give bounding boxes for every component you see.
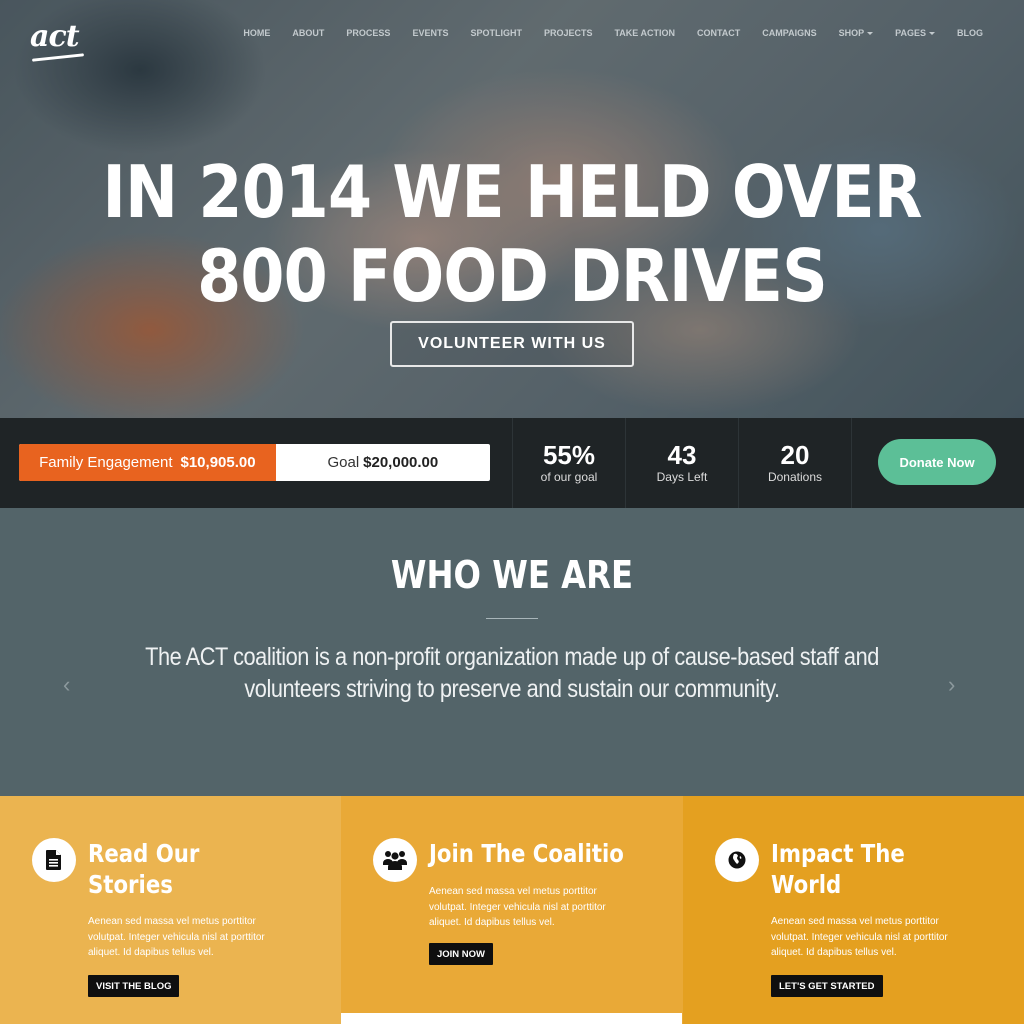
globe-icon [728,851,746,869]
feature-title: Impact The World [771,839,905,899]
goal-amount: $20,000.00 [363,454,439,471]
users-icon [383,851,407,870]
feature-impact-the-world: Impact The World Aenean sed massa vel me… [683,796,1024,1024]
join-now-button[interactable]: JOIN NOW [429,943,494,965]
raised-amount: $10,905.00 [180,454,256,471]
feature-title: Join The Coalitio [429,839,624,868]
lets-get-started-button[interactable]: LET'S GET STARTED [771,975,883,997]
hero-section: act HOME ABOUT PROCESS EVENTS SPOTLIGHT … [0,0,1024,418]
stat-value: 43 [667,440,697,470]
goal-label: Goal [327,454,360,471]
feature-text: Aenean sed massa vel metus porttitor vol… [771,916,948,958]
campaign-progress-bar: Family Engagement $10,905.00 Goal $20,00… [19,444,490,481]
nav-item-pages[interactable]: PAGES [884,28,946,38]
logo[interactable]: act [30,22,90,64]
who-we-are-text: The ACT coalition is a non-profit organi… [145,643,879,703]
nav-item-about[interactable]: ABOUT [281,28,335,38]
hero-title-line-2: 800 FOOD DRIVES [197,234,828,318]
nav-item-contact[interactable]: CONTACT [686,28,751,38]
carousel-prev-arrow-icon[interactable]: ‹ [63,672,70,698]
logo-underline [31,53,85,62]
caret-down-icon [929,31,935,35]
progress-fill: Family Engagement $10,905.00 [19,444,276,481]
nav-item-projects[interactable]: PROJECTS [533,28,604,38]
nav-item-campaigns[interactable]: CAMPAIGNS [751,28,827,38]
feature-icon-circle [715,838,759,882]
progress-goal: Goal $20,000.00 [276,444,490,481]
nav-item-take-action[interactable]: TAKE ACTION [603,28,686,38]
donate-now-button[interactable]: Donate Now [878,439,996,485]
feature-join-the-coalition: Join The Coalitio Aenean sed massa vel m… [341,796,683,1024]
feature-title: Read Our Stories [88,839,200,899]
stat-value: 55% [542,440,596,470]
volunteer-button[interactable]: VOLUNTEER WITH US [390,321,634,367]
feature-read-our-stories: Read Our Stories Aenean sed massa vel me… [0,796,342,1024]
document-icon [46,850,61,870]
nav-item-blog[interactable]: BLOG [946,28,994,38]
logo-text: act [30,19,80,54]
caret-down-icon [867,31,874,35]
content-strip [341,1013,682,1024]
main-nav: HOME ABOUT PROCESS EVENTS SPOTLIGHT PROJ… [232,28,994,38]
feature-icon-circle [32,838,76,882]
hero-title: IN 2014 WE HELD OVER 800 FOOD DRIVES [61,150,962,318]
stat-label: of our goal [540,470,598,484]
who-we-are-title: WHO WE ARE [390,553,634,597]
nav-item-events[interactable]: EVENTS [401,28,459,38]
stat-label: Days Left [656,470,708,484]
feature-text: Aenean sed massa vel metus porttitor vol… [429,886,606,928]
stat-label: Donations [767,470,823,484]
nav-item-shop[interactable]: SHOP [828,28,885,38]
feature-icon-circle [373,838,417,882]
nav-item-spotlight[interactable]: SPOTLIGHT [459,28,533,38]
stat-days-left: 43 Days Left [625,418,738,508]
visit-the-blog-button[interactable]: VISIT THE BLOG [88,975,180,997]
stat-percent-goal: 55% of our goal [512,418,625,508]
nav-item-home[interactable]: HOME [232,28,281,38]
hero-title-line-1: IN 2014 WE HELD OVER [102,150,922,234]
stat-divider [851,418,852,508]
nav-item-process[interactable]: PROCESS [335,28,401,38]
title-divider [486,618,538,619]
stat-value: 20 [780,440,810,470]
carousel-next-arrow-icon[interactable]: › [948,672,955,698]
stat-donations: 20 Donations [738,418,851,508]
feature-text: Aenean sed massa vel metus porttitor vol… [88,916,265,958]
raised-label: Family Engagement [39,454,173,471]
